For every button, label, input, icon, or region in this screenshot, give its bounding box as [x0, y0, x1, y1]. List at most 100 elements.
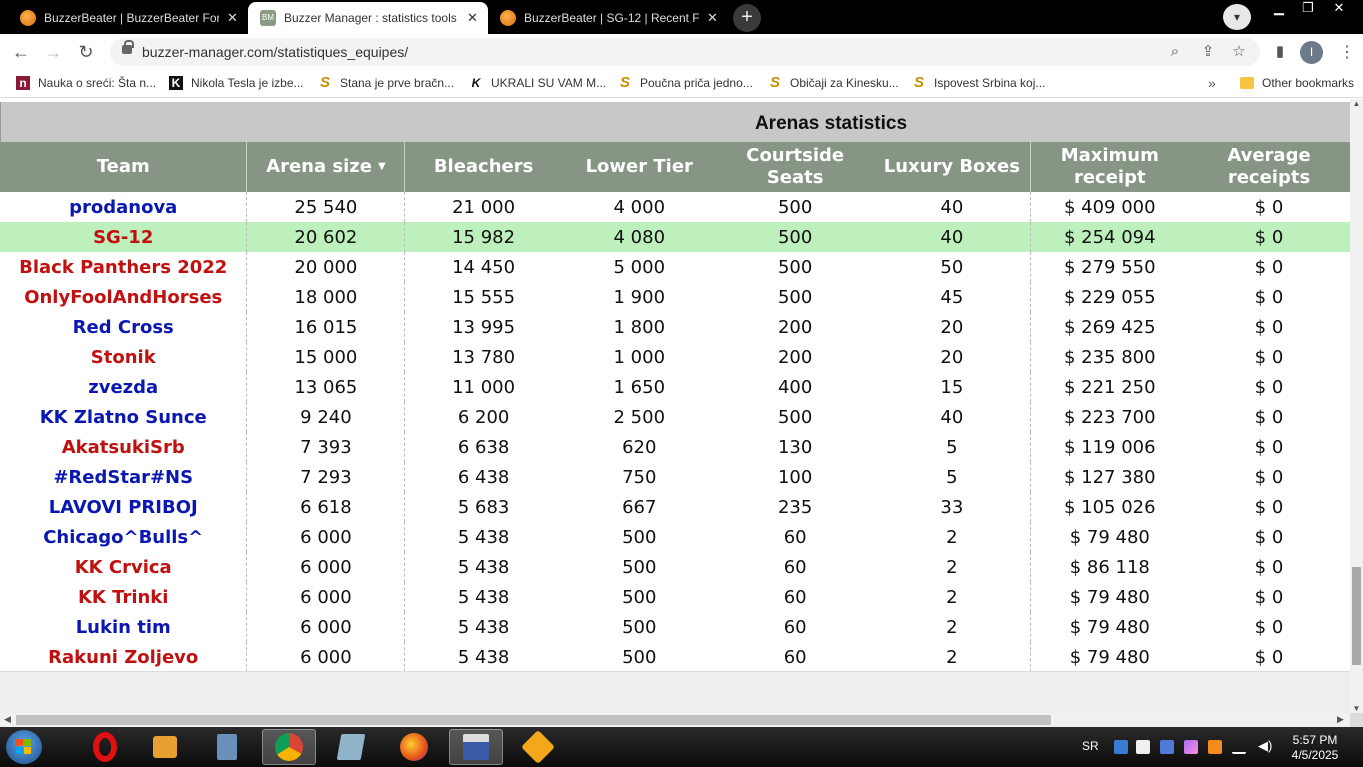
cell-luxury: 45: [873, 282, 1032, 312]
team-name-link[interactable]: Red Cross: [0, 312, 248, 342]
lightning-icon: [521, 730, 555, 764]
network-signal-icon[interactable]: [1232, 740, 1246, 754]
column-header-courtside-seats[interactable]: Courtside Seats: [716, 142, 874, 192]
close-window-button[interactable]: ✕: [1322, 0, 1356, 18]
vertical-scrollbar[interactable]: ▲ ▼: [1350, 99, 1363, 713]
menu-kebab-icon[interactable]: ⋮: [1339, 42, 1355, 62]
column-header-team[interactable]: Team: [0, 142, 248, 192]
tray-app-icon[interactable]: [1114, 740, 1128, 754]
side-panel-icon[interactable]: ▮: [1270, 42, 1290, 62]
cell-arena: 13 065: [246, 372, 406, 402]
cell-arena: 20 000: [246, 252, 406, 282]
column-header-lower-tier[interactable]: Lower Tier: [561, 142, 717, 192]
bookmark-item[interactable]: n Nauka o sreći: Šta n...: [16, 76, 156, 90]
team-name-link[interactable]: #RedStar#NS: [0, 462, 248, 492]
team-name-link[interactable]: LAVOVI PRIBOJ: [0, 492, 248, 522]
scrollbar-corner: [1350, 713, 1363, 727]
bookmark-label: UKRALI SU VAM M...: [491, 76, 607, 90]
horizontal-scrollbar[interactable]: ◀ ▶: [0, 713, 1350, 727]
app-taskbar-button[interactable]: [511, 729, 565, 765]
team-name-link[interactable]: zvezda: [0, 372, 248, 402]
calculator-taskbar-button[interactable]: [200, 729, 254, 765]
team-name-link[interactable]: KK Trinki: [0, 582, 248, 612]
section-title: Arenas statistics: [754, 113, 908, 134]
scroll-left-arrow-icon[interactable]: ◀: [4, 714, 11, 725]
cell-lower: 500: [622, 616, 657, 638]
cell-luxury: 2: [873, 612, 1032, 642]
bookmark-item[interactable]: S Stana je prve bračn...: [318, 75, 454, 90]
team-name-link[interactable]: OnlyFoolAndHorses: [0, 282, 248, 312]
tray-app-icon[interactable]: [1136, 740, 1150, 754]
cell-arena: 6 000: [246, 642, 406, 672]
cell-avg: $ 0: [1254, 436, 1284, 458]
opera-taskbar-button[interactable]: [78, 729, 132, 765]
system-clock[interactable]: 5:57 PM 4/5/2025: [1280, 733, 1350, 763]
chrome-taskbar-button[interactable]: [262, 729, 316, 765]
bookmarks-bar: n Nauka o sreći: Šta n... K Nikola Tesla…: [0, 70, 1363, 98]
team-name-link[interactable]: Black Panthers 2022: [0, 252, 248, 282]
scroll-up-arrow-icon[interactable]: ▲: [1350, 99, 1363, 108]
cell-lower: 667: [622, 496, 657, 518]
cell-max: $ 79 480: [1069, 646, 1150, 668]
team-name-link[interactable]: Chicago^Bulls^: [0, 522, 248, 552]
team-name-link[interactable]: KK Crvica: [0, 552, 248, 582]
cell-bleachers: 13 995: [452, 316, 516, 338]
page-footer-area: [0, 671, 1350, 713]
tab-buzzer-manager[interactable]: BM Buzzer Manager : statistics tools ✕: [248, 2, 488, 34]
scroll-right-arrow-icon[interactable]: ▶: [1337, 714, 1344, 725]
table-row: KK Crvica 6 000 5 438 500 60 2 $ 86 118 $ 0: [0, 552, 1350, 582]
column-header-bleachers[interactable]: Bleachers: [404, 142, 562, 192]
address-bar[interactable]: buzzer-manager.com/statistiques_equipes/…: [110, 38, 1260, 66]
cell-avg: $ 0: [1254, 586, 1284, 608]
volume-icon[interactable]: ◀): [1258, 738, 1272, 754]
firefox-taskbar-button[interactable]: [387, 729, 441, 765]
notepad-taskbar-button[interactable]: [324, 729, 378, 765]
column-header-maximum-receipt[interactable]: Maximum receipt: [1030, 142, 1189, 192]
restore-button[interactable]: ❐: [1291, 0, 1325, 18]
horizontal-scroll-thumb[interactable]: [16, 715, 1051, 725]
team-name-link[interactable]: Rakuni Zoljevo: [0, 642, 248, 672]
tab-close-icon[interactable]: ✕: [705, 10, 720, 26]
more-bookmarks-chevron-icon[interactable]: »: [1208, 75, 1216, 91]
tray-app-icon[interactable]: [1208, 740, 1222, 754]
team-name-link[interactable]: Lukin tim: [0, 612, 248, 642]
language-indicator[interactable]: SR: [1082, 739, 1099, 753]
new-tab-button[interactable]: +: [733, 4, 761, 32]
column-header-average-receipts[interactable]: Average receipts: [1188, 142, 1350, 192]
scroll-down-arrow-icon[interactable]: ▼: [1350, 704, 1363, 713]
bookmark-item[interactable]: K Nikola Tesla je izbe...: [169, 76, 304, 90]
bookmark-item[interactable]: S Poučna priča jedno...: [618, 75, 753, 90]
tray-grid-icon[interactable]: [1160, 740, 1174, 754]
zoom-icon[interactable]: ⌕: [1165, 42, 1185, 62]
save-app-taskbar-button[interactable]: [449, 729, 503, 765]
bookmark-label: Ispovest Srbina koj...: [934, 76, 1046, 90]
tab-close-icon[interactable]: ✕: [225, 10, 240, 26]
column-header-luxury-boxes[interactable]: Luxury Boxes: [873, 142, 1032, 192]
team-name-link[interactable]: AkatsukiSrb: [0, 432, 248, 462]
tab-search-chevron-icon[interactable]: ▾: [1223, 4, 1251, 30]
tab-buzzerbeater-forum[interactable]: BuzzerBeater | BuzzerBeater Foru ✕: [8, 2, 248, 34]
team-name-link[interactable]: prodanova: [0, 192, 248, 222]
share-icon[interactable]: ⇪: [1198, 42, 1218, 62]
team-name-link[interactable]: SG-12: [0, 222, 248, 252]
bookmark-item[interactable]: K UKRALI SU VAM M...: [469, 76, 606, 90]
team-name-link[interactable]: Stonik: [0, 342, 248, 372]
bookmark-item[interactable]: S Ispovest Srbina koj...: [912, 75, 1046, 90]
start-button[interactable]: [6, 730, 42, 764]
reload-icon[interactable]: ↻: [74, 40, 98, 64]
forward-arrow-icon[interactable]: →: [41, 40, 65, 64]
vertical-scroll-thumb[interactable]: [1352, 567, 1361, 665]
other-bookmarks-folder[interactable]: Other bookmarks: [1240, 76, 1354, 90]
tab-close-icon[interactable]: ✕: [465, 10, 480, 26]
tray-pen-icon[interactable]: [1184, 740, 1198, 754]
team-name-link[interactable]: KK Zlatno Sunce: [0, 402, 248, 432]
column-header-label: receipt: [1073, 167, 1146, 188]
media-player-taskbar-button[interactable]: [138, 729, 192, 765]
url-text[interactable]: buzzer-manager.com/statistiques_equipes/: [142, 44, 408, 60]
tab-buzzerbeater-sg12[interactable]: BuzzerBeater | SG-12 | Recent Fin ✕: [488, 2, 728, 34]
profile-avatar[interactable]: I: [1300, 41, 1323, 64]
back-arrow-icon[interactable]: ←: [9, 40, 33, 64]
bookmark-star-icon[interactable]: ☆: [1229, 42, 1249, 62]
bookmark-item[interactable]: S Običaji za Kinesku...: [768, 75, 899, 90]
column-header-arena-size[interactable]: Arena size ▼: [246, 142, 406, 192]
